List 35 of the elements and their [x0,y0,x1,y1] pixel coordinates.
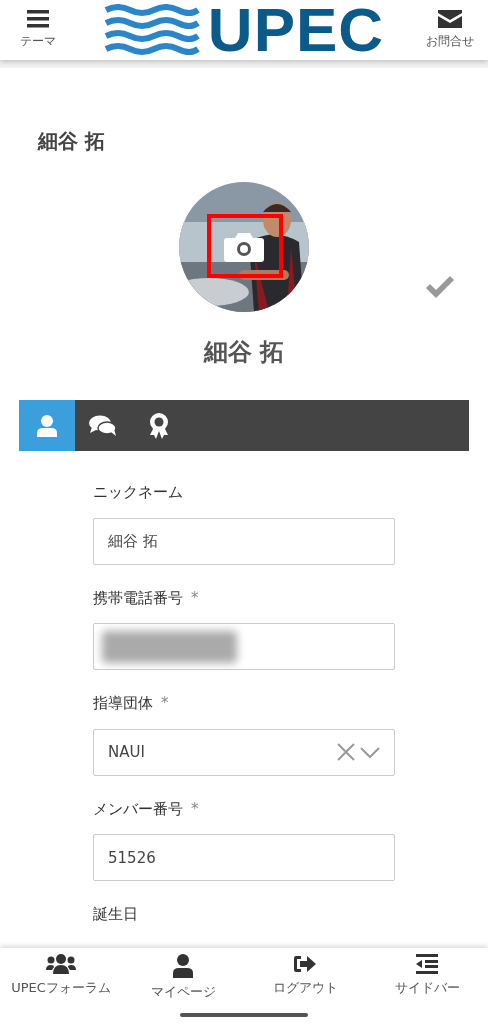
nav-item[interactable]: UPECフォーラム [0,948,122,1024]
contact-button[interactable]: お問合せ [420,10,480,50]
sidebar-icon [416,954,438,974]
field-label: 携帯電話番号 [93,588,183,607]
field-label: 指導団体 [93,694,153,712]
logout-icon [293,954,317,974]
select-value: NAUI [108,741,145,763]
menu-icon [27,10,49,28]
award-icon [148,412,170,439]
field-label: 誕生日 [93,905,138,923]
select-field[interactable]: NAUI [93,728,395,776]
people-icon [46,954,76,974]
required-mark: * [191,799,199,818]
user-icon [173,954,193,978]
field-label: ニックネーム [93,483,183,501]
required-mark: * [161,694,169,712]
mail-icon [438,10,462,28]
required-mark: * [191,588,199,607]
nav-item[interactable]: マイページ [122,948,244,1024]
nav-item[interactable]: サイドバー [366,948,488,1024]
input-field[interactable]: 51526 [93,834,395,881]
wave-logo-icon [103,4,200,56]
user-icon [37,414,57,437]
field-label: メンバー番号 [93,799,183,818]
check-icon[interactable] [424,274,456,299]
page-title: 細谷 拓 [36,128,106,155]
logo-text: UPEC [207,0,385,61]
clear-icon[interactable] [336,742,356,762]
camera-icon[interactable] [224,232,264,262]
input-field[interactable]: 細谷 拓 [93,517,395,565]
input-field[interactable] [93,623,395,670]
chat-icon [89,414,117,437]
nav-item[interactable]: ログアウト [244,948,366,1024]
profile-name: 細谷 拓 [202,337,286,368]
menu-button[interactable]: テーマ [8,10,68,50]
